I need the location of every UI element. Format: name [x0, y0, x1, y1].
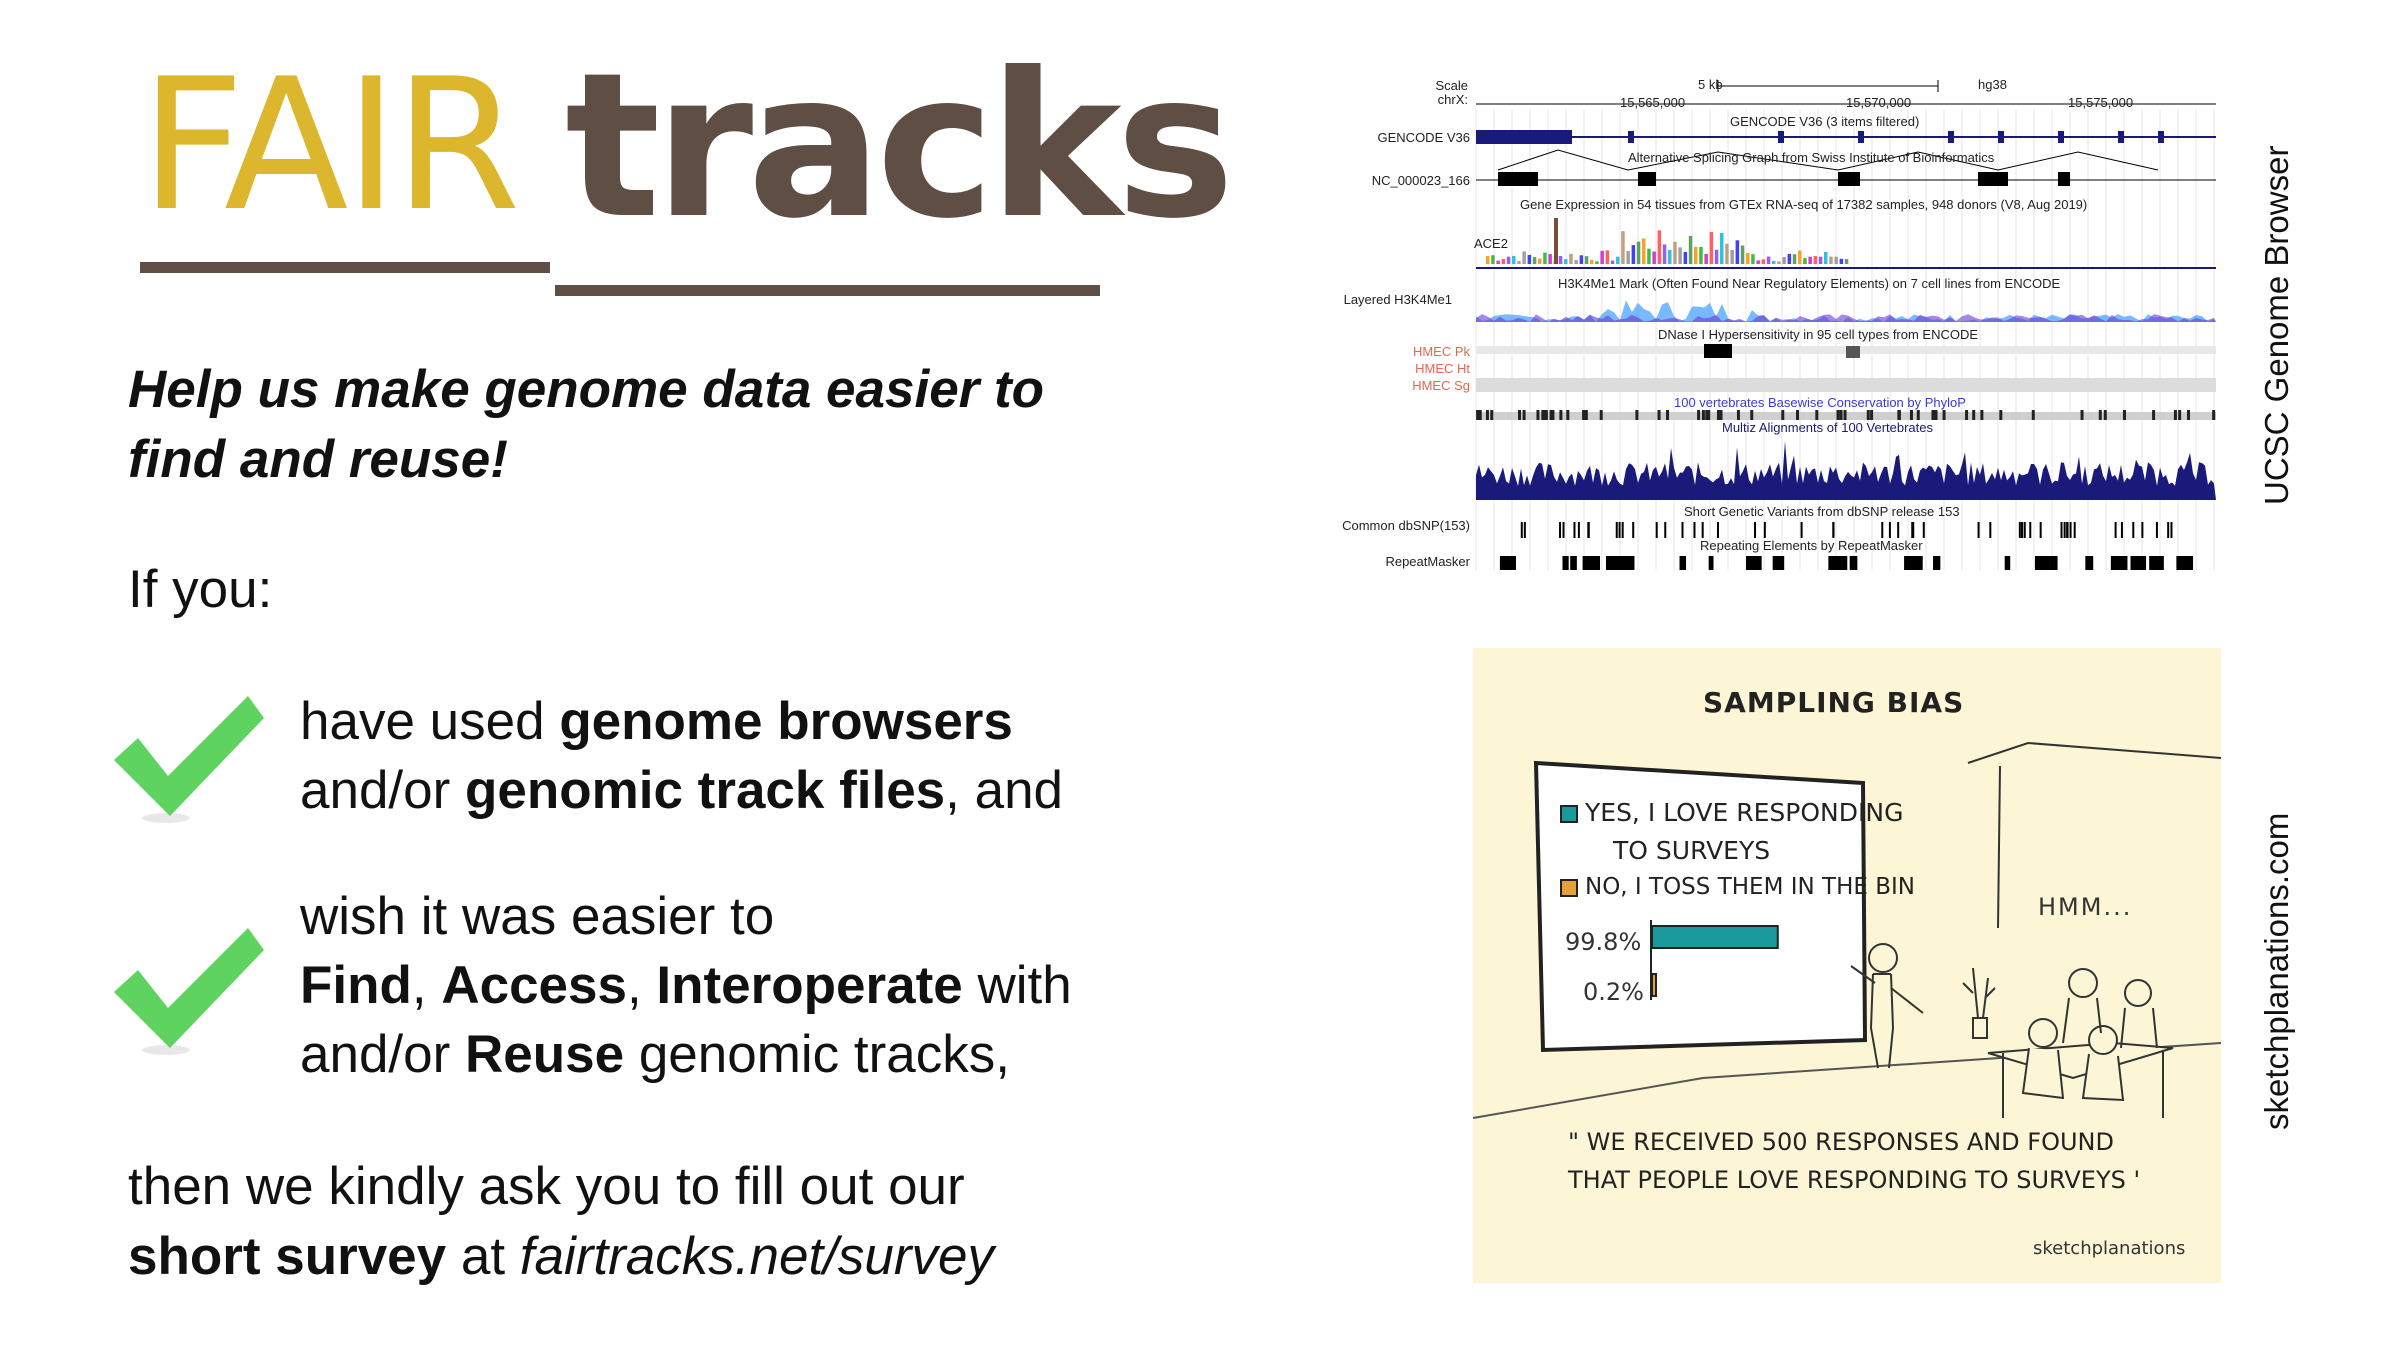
headline-line-2: find and reuse!	[128, 430, 508, 489]
closing-text: then we kindly ask you to fill out our s…	[128, 1152, 994, 1292]
genome-browser-caption: UCSC Genome Browser	[2258, 145, 2295, 505]
track-label: HMEC Ht	[1415, 361, 1470, 376]
legend-no-label: NO, I TOSS THEM IN THE BIN	[1585, 874, 1915, 900]
logo-underline-left	[140, 262, 550, 273]
sampling-bias-sketch: SAMPLING BIAS YES, I LOVE RESPONDING TO …	[1473, 648, 2221, 1283]
track-title: GENCODE V36 (3 items filtered)	[1730, 114, 1920, 129]
item-1-line-2: and/or genomic track files, and	[300, 761, 1064, 820]
survey-link[interactable]: fairtracks.net/survey	[520, 1227, 994, 1286]
sketch-quote: " WE RECEIVED 500 RESPONSES AND FOUND TH…	[1568, 1128, 2141, 1194]
checklist-item-1: have used genome browsers and/or genomic…	[300, 687, 1063, 825]
bar-yes	[1651, 925, 1779, 949]
scale-label: Scale	[1435, 78, 1468, 93]
closing-line-1: then we kindly ask you to fill out our	[128, 1157, 965, 1216]
track-title: Short Genetic Variants from dbSNP releas…	[1684, 504, 1960, 519]
hmm-text: HMM...	[2038, 893, 2133, 921]
headline-line-1: Help us make genome data easier to	[128, 360, 1045, 419]
logo-fair-text: FAIR	[140, 39, 521, 251]
legend-no-swatch	[1560, 879, 1578, 897]
track-title: Alternative Splicing Graph from Swiss In…	[1628, 150, 1995, 165]
scale-value: 5 kb	[1698, 77, 1723, 92]
bar-no	[1651, 973, 1657, 997]
sketch-signature: sketchplanations	[2033, 1238, 2186, 1259]
sketch-caption: sketchplanations.com	[2258, 812, 2295, 1130]
item-1-line-1: have used genome browsers	[300, 692, 1013, 751]
track-label: HMEC Sg	[1412, 378, 1470, 393]
track-title: Repeating Elements by RepeatMasker	[1700, 538, 1923, 553]
track-title: DNase I Hypersensitivity in 95 cell type…	[1658, 327, 1979, 342]
track-title: H3K4Me1 Mark (Often Found Near Regulator…	[1558, 276, 2061, 291]
track-title: Gene Expression in 54 tissues from GTEx …	[1520, 197, 2088, 212]
legend-yes-swatch	[1560, 805, 1578, 823]
item-2-line-1: wish it was easier to	[300, 887, 775, 946]
pct-yes-label: 99.8%	[1565, 928, 1642, 956]
genome-browser-screenshot: Scale chrX: 5 kb hg38 15,565,000 15,570,…	[1298, 70, 2218, 580]
position-label: 15,575,000	[2068, 95, 2134, 110]
if-you-label: If you:	[128, 560, 273, 619]
sketch-title: SAMPLING BIAS	[1703, 686, 1965, 719]
closing-line-2: short survey at fairtracks.net/survey	[128, 1227, 995, 1286]
position-label: 15,565,000	[1620, 95, 1686, 110]
track-label: Common dbSNP(153)	[1342, 518, 1470, 533]
logo-underline-right	[555, 285, 1100, 296]
headline: Help us make genome data easier to find …	[128, 355, 1168, 495]
track-label: GENCODE V36	[1377, 130, 1470, 145]
assembly-label: hg38	[1978, 77, 2007, 92]
track-title: 100 vertebrates Basewise Conservation by…	[1674, 395, 1966, 410]
track-label: RepeatMasker	[1385, 554, 1470, 569]
legend-yes-label: YES, I LOVE RESPONDING	[1585, 798, 1904, 827]
checkmark-icon	[114, 928, 264, 1055]
position-label: 15,570,000	[1846, 95, 1912, 110]
track-label: HMEC Pk	[1412, 344, 1470, 359]
track-label: ACE2	[1474, 236, 1508, 251]
pct-no-label: 0.2%	[1583, 978, 1644, 1006]
item-2-line-3: and/or Reuse genomic tracks,	[300, 1025, 1010, 1084]
fairtracks-logo: FAIR tracks	[140, 32, 1235, 310]
logo-tracks-text: tracks	[565, 30, 1235, 263]
checklist-item-2: wish it was easier to Find, Access, Inte…	[300, 882, 1072, 1089]
track-title: Multiz Alignments of 100 Vertebrates	[1722, 420, 1934, 435]
track-label: Layered H3K4Me1	[1343, 292, 1452, 307]
chr-label: chrX:	[1437, 92, 1468, 107]
checkmark-icon	[114, 696, 264, 823]
track-label: NC_000023_166	[1371, 173, 1470, 188]
item-2-line-2: Find, Access, Interoperate with	[300, 956, 1072, 1015]
legend-yes-label-cont: TO SURVEYS	[1613, 836, 1771, 865]
